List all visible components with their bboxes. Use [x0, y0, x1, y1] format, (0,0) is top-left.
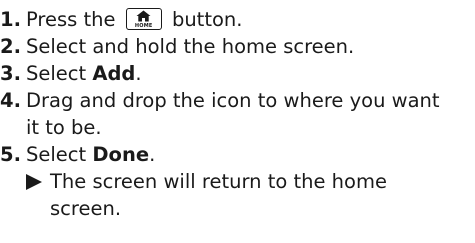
step-number: 4.	[0, 89, 21, 112]
step-3: 3. Select Add.	[0, 60, 475, 87]
step-result: The screen will return to the home scree…	[0, 168, 475, 222]
step-number: 5.	[0, 143, 21, 166]
step-number: 3.	[0, 62, 21, 85]
triangle-right-icon	[26, 174, 42, 190]
step-number: 2.	[0, 35, 21, 58]
step-text: Select	[26, 62, 93, 85]
home-button-label: HOME	[134, 23, 153, 29]
home-button-icon: HOME	[125, 8, 162, 30]
result-text-line: The screen will return to the home	[50, 170, 387, 193]
step-text: Select and hold the home screen.	[26, 35, 355, 58]
result-text-line: screen.	[50, 197, 122, 220]
instruction-list: 1. Press the HOME button. 2. Select and …	[0, 0, 475, 222]
step-1: 1. Press the HOME button.	[0, 6, 475, 33]
step-number: 1.	[0, 8, 21, 31]
step-text: Select	[26, 143, 93, 166]
step-4: 4. Drag and drop the icon to where you w…	[0, 87, 475, 141]
step-keyword: Done	[92, 143, 150, 166]
step-5: 5. Select Done.	[0, 141, 475, 168]
step-text: button.	[171, 8, 243, 31]
step-text: Press the	[26, 8, 116, 31]
step-keyword: Add	[92, 62, 136, 85]
step-text: .	[149, 143, 156, 166]
step-text-line: it to be.	[26, 116, 102, 139]
step-text-line: Drag and drop the icon to where you want	[26, 89, 440, 112]
step-2: 2. Select and hold the home screen.	[0, 33, 475, 60]
house-icon	[136, 10, 151, 22]
step-text: .	[135, 62, 142, 85]
